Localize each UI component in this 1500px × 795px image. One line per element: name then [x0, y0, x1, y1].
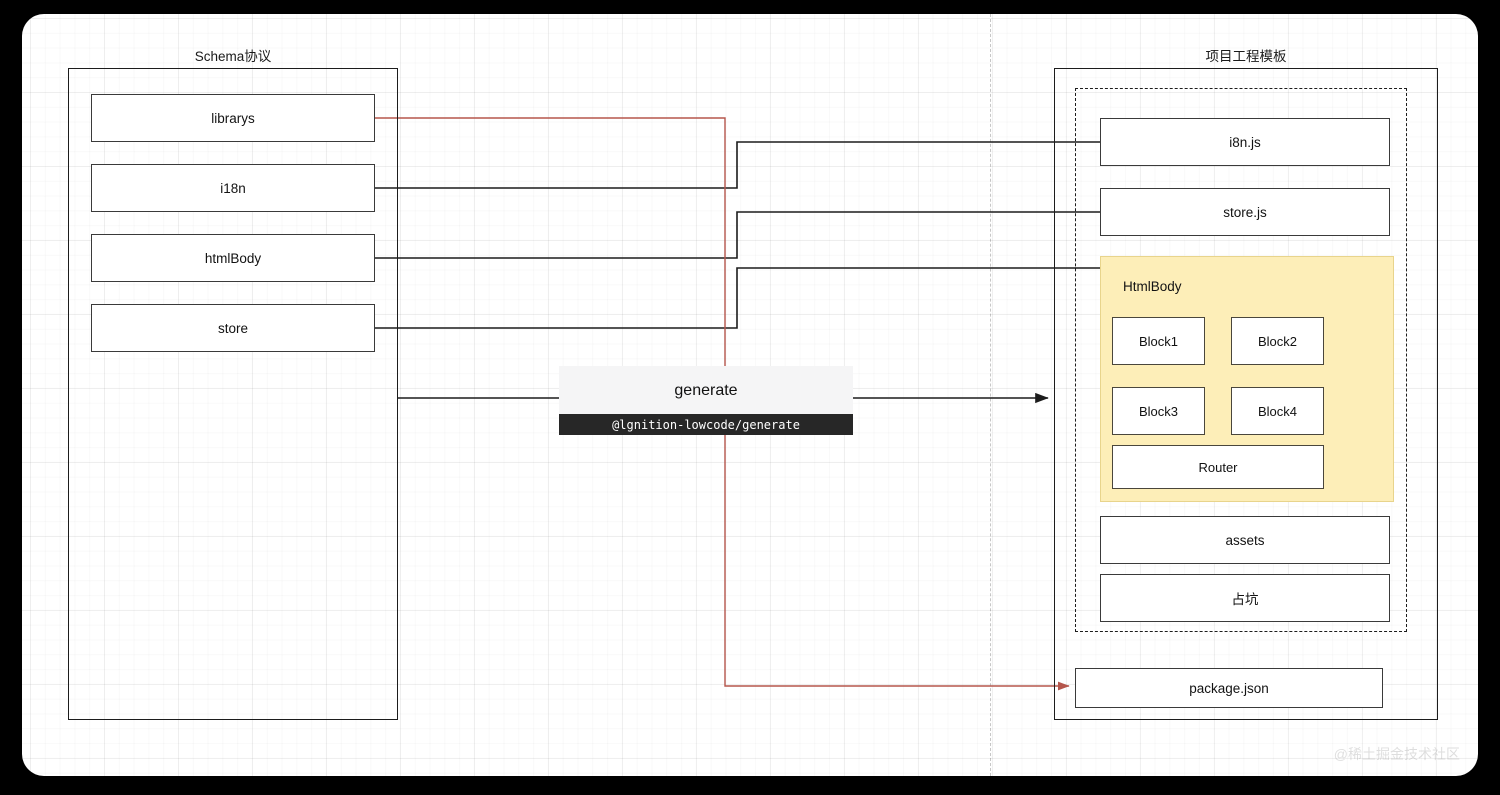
- node-librarys[interactable]: librarys: [91, 94, 375, 142]
- node-store[interactable]: store: [91, 304, 375, 352]
- node-i8n-js[interactable]: i8n.js: [1100, 118, 1390, 166]
- node-htmlbody[interactable]: htmlBody: [91, 234, 375, 282]
- watermark: @稀土掘金技术社区: [1333, 746, 1460, 762]
- generate-package-bar: @lgnition-lowcode/generate: [559, 414, 853, 435]
- template-panel-title: 项目工程模板: [1205, 49, 1287, 64]
- connector-store-to-htmlbody: [375, 267, 1100, 329]
- connector-htmlbody-to-storejs: [375, 211, 1100, 259]
- block-3[interactable]: Block3: [1112, 387, 1205, 435]
- node-package-json[interactable]: package.json: [1075, 668, 1383, 708]
- node-store-js[interactable]: store.js: [1100, 188, 1390, 236]
- block-2[interactable]: Block2: [1231, 317, 1324, 365]
- block-1[interactable]: Block1: [1112, 317, 1205, 365]
- node-placeholder[interactable]: 占坑: [1100, 574, 1390, 622]
- htmlbody-group-label: HtmlBody: [1123, 279, 1182, 294]
- generate-label-box: generate: [559, 366, 853, 416]
- block-router[interactable]: Router: [1112, 445, 1324, 489]
- node-assets[interactable]: assets: [1100, 516, 1390, 564]
- diagram-canvas: Schema协议 librarys i18n htmlBody store ge…: [22, 14, 1478, 776]
- vertical-guide-line: [990, 14, 991, 776]
- schema-panel-title: Schema协议: [194, 49, 272, 64]
- connector-i18n-to-i8njs: [375, 141, 1100, 189]
- generate-title: generate: [674, 382, 738, 399]
- generate-package-text: @lgnition-lowcode/generate: [612, 417, 800, 432]
- node-i18n[interactable]: i18n: [91, 164, 375, 212]
- block-4[interactable]: Block4: [1231, 387, 1324, 435]
